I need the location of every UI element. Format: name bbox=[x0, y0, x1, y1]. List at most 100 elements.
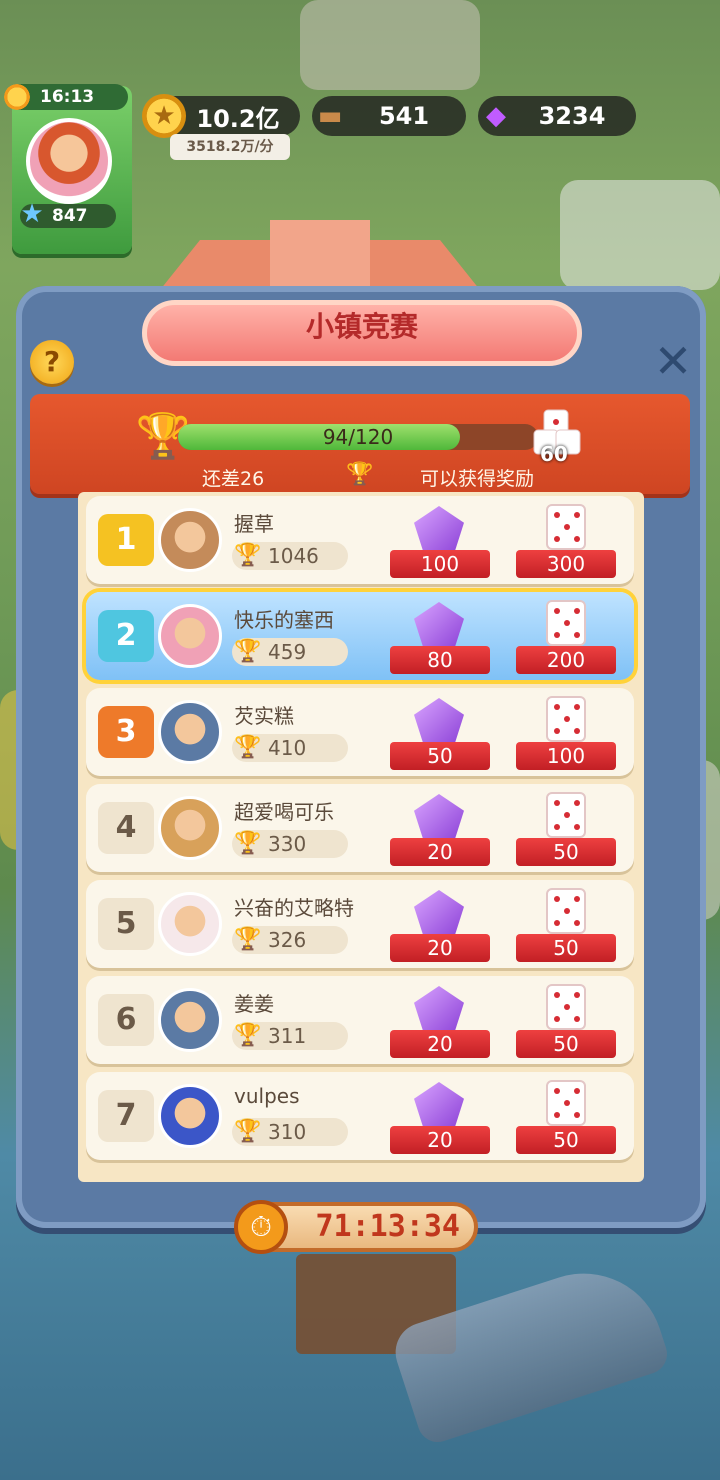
score-trophy-icon: 🏆 bbox=[234, 735, 262, 760]
coin-counter[interactable]: ★ 10.2亿 bbox=[142, 94, 300, 138]
player-level-text: 847 bbox=[52, 206, 88, 226]
score-trophy-icon: 🏆 bbox=[234, 927, 262, 952]
dice-prize-icon bbox=[546, 888, 586, 934]
gem-prize: 20 bbox=[386, 984, 494, 1060]
opponent-avatar[interactable] bbox=[158, 700, 222, 764]
player-name: 握草 bbox=[234, 512, 274, 536]
close-button[interactable]: ✕ bbox=[650, 338, 696, 384]
dice-prize-icon bbox=[546, 600, 586, 646]
rank-badge: 2 bbox=[98, 610, 154, 662]
panel-roof bbox=[160, 220, 480, 290]
gem-prize-amount: 50 bbox=[390, 742, 490, 770]
player-score: 459 bbox=[268, 640, 307, 664]
leaderboard-row[interactable]: 4 超爱喝可乐 330 🏆 20 50 bbox=[86, 784, 634, 872]
coin-value: 10.2亿 bbox=[196, 104, 280, 133]
gem-prize-icon bbox=[414, 986, 464, 1034]
opponent-avatar[interactable] bbox=[158, 508, 222, 572]
player-score: 326 bbox=[268, 928, 307, 952]
star-icon: ★ bbox=[20, 199, 44, 229]
gem-prize: 50 bbox=[386, 696, 494, 772]
leaderboard-row[interactable]: 1 握草 1046 🏆 100 300 bbox=[86, 496, 634, 584]
dice-prize-icon bbox=[546, 504, 586, 550]
dice-prize-amount: 50 bbox=[516, 1030, 616, 1058]
wood-icon: ▬ bbox=[317, 101, 343, 131]
wood-value: 541 bbox=[378, 102, 430, 130]
leaderboard-row[interactable]: 3 芡实糕 410 🏆 50 100 bbox=[86, 688, 634, 776]
gem-prize-amount: 20 bbox=[390, 1126, 490, 1154]
small-trophy-icon: 🏆 bbox=[346, 462, 374, 487]
wood-counter[interactable]: ▬ 541 bbox=[312, 96, 466, 136]
opponent-avatar[interactable] bbox=[158, 796, 222, 860]
leaderboard-row[interactable]: 7 vulpes 310 🏆 20 50 bbox=[86, 1072, 634, 1160]
rank-number: 1 bbox=[115, 522, 137, 557]
reward-note: 可以获得奖励 bbox=[420, 468, 535, 490]
game-clock-text: 16:13 bbox=[40, 87, 95, 107]
progress-text: 94/120 bbox=[322, 425, 394, 449]
score-trophy-icon: 🏆 bbox=[234, 831, 262, 856]
rank-badge: 1 bbox=[98, 514, 154, 566]
dice-prize: 50 bbox=[512, 984, 620, 1060]
coin-icon: ★ bbox=[142, 94, 186, 138]
rank-badge: 3 bbox=[98, 706, 154, 758]
rank-badge: 6 bbox=[98, 994, 154, 1046]
opponent-avatar[interactable] bbox=[158, 892, 222, 956]
dice-prize: 50 bbox=[512, 792, 620, 868]
player-name: 快乐的塞西 bbox=[234, 608, 334, 632]
gem-prize-amount: 20 bbox=[390, 838, 490, 866]
rank-badge: 4 bbox=[98, 802, 154, 854]
dice-prize-icon bbox=[546, 696, 586, 742]
rank-badge: 7 bbox=[98, 1090, 154, 1142]
gem-prize: 20 bbox=[386, 1080, 494, 1156]
score-trophy-icon: 🏆 bbox=[234, 543, 262, 568]
gem-prize: 80 bbox=[386, 600, 494, 676]
player-name: 超爱喝可乐 bbox=[234, 800, 334, 824]
dice-prize-amount: 50 bbox=[516, 838, 616, 866]
help-button[interactable]: ? bbox=[30, 340, 74, 384]
gem-prize: 20 bbox=[386, 888, 494, 964]
dice-prize-amount: 50 bbox=[516, 1126, 616, 1154]
dice-prize-icon bbox=[546, 792, 586, 838]
background-building bbox=[300, 0, 480, 90]
dice-prize-icon bbox=[546, 1080, 586, 1126]
gem-prize-icon bbox=[414, 890, 464, 938]
gem-prize-icon bbox=[414, 698, 464, 746]
opponent-avatar[interactable] bbox=[158, 1084, 222, 1148]
dice-prize-icon bbox=[546, 984, 586, 1030]
dice-prize-amount: 100 bbox=[516, 742, 616, 770]
background-road bbox=[560, 180, 720, 290]
gem-value: 3234 bbox=[538, 102, 606, 130]
player-score: 311 bbox=[268, 1024, 307, 1048]
player-avatar[interactable] bbox=[26, 118, 112, 204]
gem-counter[interactable]: ◆ 3234 bbox=[478, 96, 636, 136]
player-score: 310 bbox=[268, 1120, 307, 1144]
gem-prize: 100 bbox=[386, 504, 494, 580]
dice-prize: 200 bbox=[512, 600, 620, 676]
score-trophy-icon: 🏆 bbox=[234, 639, 262, 664]
opponent-avatar[interactable] bbox=[158, 988, 222, 1052]
gem-prize-amount: 20 bbox=[390, 1030, 490, 1058]
dice-prize-amount: 300 bbox=[516, 550, 616, 578]
remaining-text: 还差26 bbox=[202, 468, 265, 490]
leaderboard-row[interactable]: 2 快乐的塞西 459 🏆 80 200 bbox=[86, 592, 634, 680]
gem-prize-icon bbox=[414, 602, 464, 650]
player-score: 1046 bbox=[268, 544, 319, 568]
panel-title: 小镇竞赛 bbox=[142, 300, 582, 366]
coin-rate: 3518.2万/分 bbox=[170, 134, 290, 160]
rank-number: 7 bbox=[115, 1098, 137, 1133]
player-name: 芡实糕 bbox=[234, 704, 294, 728]
player-name: 兴奋的艾略特 bbox=[234, 896, 354, 920]
dice-prize: 50 bbox=[512, 1080, 620, 1156]
rank-number: 6 bbox=[115, 1002, 137, 1037]
rank-number: 2 bbox=[115, 618, 137, 653]
leaderboard-row[interactable]: 5 兴奋的艾略特 326 🏆 20 50 bbox=[86, 880, 634, 968]
sun-icon bbox=[2, 82, 32, 112]
goal-dice-count: 60 bbox=[540, 442, 568, 466]
gem-icon: ◆ bbox=[486, 101, 506, 131]
leaderboard-row[interactable]: 6 姜姜 311 🏆 20 50 bbox=[86, 976, 634, 1064]
gem-prize-amount: 80 bbox=[390, 646, 490, 674]
dice-prize-amount: 50 bbox=[516, 934, 616, 962]
rank-number: 5 bbox=[115, 906, 137, 941]
rank-badge: 5 bbox=[98, 898, 154, 950]
alarm-clock-icon: ⏱ bbox=[234, 1200, 288, 1254]
opponent-avatar[interactable] bbox=[158, 604, 222, 668]
